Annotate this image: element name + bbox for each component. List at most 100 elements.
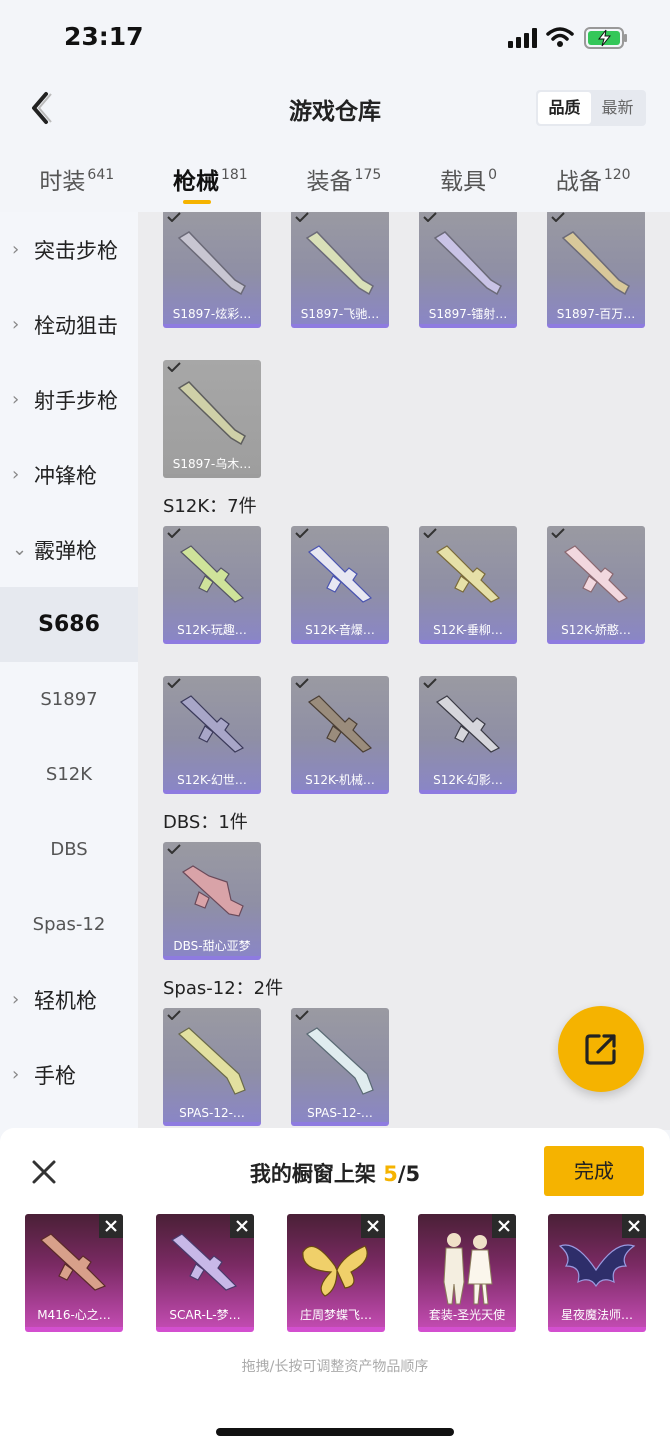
rifle-icon xyxy=(171,1233,238,1291)
tab-count: 120 xyxy=(603,167,631,183)
remove-item-button[interactable] xyxy=(99,1214,123,1238)
skin-name: S12K-音爆… xyxy=(305,623,375,637)
showcase-item[interactable]: 套装-圣光天使 xyxy=(418,1214,516,1332)
weapon-skin-card[interactable]: DBS-甜心亚梦 xyxy=(163,842,261,960)
weapon-skin-card[interactable]: SPAS-12-… xyxy=(291,1008,389,1126)
sidebar-item-label: 射手步枪 xyxy=(34,388,118,413)
sidebar-item-bolt-sniper[interactable]: › 栓动狙击 xyxy=(0,287,138,362)
weapon-skin-card[interactable]: S1897-百万… xyxy=(547,212,645,328)
wifi-icon xyxy=(546,27,574,47)
remove-item-button[interactable] xyxy=(361,1214,385,1238)
sidebar-item-lmg[interactable]: › 轻机枪 xyxy=(0,962,138,1037)
sidebar-item-dmr[interactable]: › 射手步枪 xyxy=(0,362,138,437)
sort-quality-button[interactable]: 品质 xyxy=(538,92,591,124)
weapon-skin-card[interactable]: S12K-玩趣… xyxy=(163,526,261,644)
weapon-skin-grid: S1897-炫彩… S1897-飞驰… S1897-镭射… S1897-百万… … xyxy=(138,212,670,1130)
showcase-item[interactable]: M416-心之… xyxy=(25,1214,123,1332)
skin-name: DBS-甜心亚梦 xyxy=(173,939,251,953)
rifle-icon xyxy=(308,695,373,753)
weapon-skin-card[interactable]: S12K-幻影… xyxy=(419,676,517,794)
skin-name: SPAS-12-… xyxy=(179,1106,245,1120)
shotgun-icon xyxy=(561,231,630,296)
shotgun-icon xyxy=(306,1027,374,1095)
tab-firearms[interactable]: 枪械 181 xyxy=(173,146,248,210)
weapon-skin-card[interactable]: S1897-飞驰… xyxy=(291,212,389,328)
tab-equipment[interactable]: 装备 175 xyxy=(307,146,382,210)
chevron-right-icon: › xyxy=(12,314,20,335)
tab-outfits[interactable]: 时装 641 xyxy=(39,146,114,210)
group-title-dbs: DBS：1件 xyxy=(163,812,248,833)
sidebar-sub-s12k[interactable]: S12K xyxy=(0,737,138,812)
showcase-item-name: 星夜魔法师… xyxy=(560,1308,633,1322)
sidebar-item-label: 霰弹枪 xyxy=(34,538,97,563)
sidebar-sub-s686[interactable]: S686 xyxy=(0,587,138,662)
close-icon xyxy=(367,1220,379,1232)
tab-count: 641 xyxy=(87,167,115,183)
tab-vehicles[interactable]: 载具 0 xyxy=(440,146,497,210)
remove-item-button[interactable] xyxy=(230,1214,254,1238)
sidebar-sub-s1897[interactable]: S1897 xyxy=(0,662,138,737)
weapon-skin-card[interactable]: SPAS-12-… xyxy=(163,1008,261,1126)
skin-name: S12K-娇憨… xyxy=(561,623,631,637)
tab-label: 枪械 xyxy=(172,169,219,195)
tab-supplies[interactable]: 战备 120 xyxy=(556,146,631,210)
tab-count: 181 xyxy=(220,167,248,183)
sidebar-item-smg[interactable]: › 冲锋枪 xyxy=(0,437,138,512)
sidebar-item-pistol[interactable]: › 手枪 xyxy=(0,1037,138,1112)
tab-label: 战备 xyxy=(555,169,602,195)
sidebar-sub-dbs[interactable]: DBS xyxy=(0,812,138,887)
showcase-item[interactable]: 星夜魔法师… xyxy=(548,1214,646,1332)
sidebar-item-label: 手枪 xyxy=(34,1063,76,1088)
rifle-icon xyxy=(40,1233,107,1291)
showcase-total: /5 xyxy=(397,1162,421,1186)
weapon-skin-card[interactable]: S12K-音爆… xyxy=(291,526,389,644)
weapon-skin-card[interactable]: S1897-炫彩… xyxy=(163,212,261,328)
cellular-signal-icon xyxy=(508,28,537,48)
chevron-right-icon: › xyxy=(12,989,20,1010)
external-link-icon xyxy=(585,1034,616,1065)
character-outfit-icon xyxy=(443,1233,493,1305)
showcase-sheet: 我的橱窗上架 5/5 完成 M416-心之… SCAR-L-梦… 庄周梦蝶飞… … xyxy=(0,1128,670,1450)
group-title-s12k: S12K：7件 xyxy=(163,496,257,517)
chevron-right-icon: › xyxy=(12,389,20,410)
chevron-right-icon: › xyxy=(12,1064,20,1085)
shotgun-icon xyxy=(177,381,246,446)
sort-latest-button[interactable]: 最新 xyxy=(591,92,644,124)
battery-charging-icon xyxy=(584,27,627,49)
sidebar-sub-spas12[interactable]: Spas-12 xyxy=(0,887,138,962)
sort-toggle: 品质 最新 xyxy=(536,90,646,126)
chevron-right-icon: › xyxy=(12,464,20,485)
home-indicator xyxy=(216,1428,454,1436)
weapon-skin-card[interactable]: S1897-乌木… xyxy=(163,360,261,478)
close-icon xyxy=(628,1220,640,1232)
weapon-skin-card[interactable]: S12K-幻世… xyxy=(163,676,261,794)
remove-item-button[interactable] xyxy=(492,1214,516,1238)
showcase-item[interactable]: 庄周梦蝶飞… xyxy=(287,1214,385,1332)
sidebar-item-shotgun[interactable]: ⌄ 霰弹枪 xyxy=(0,512,138,587)
weapon-skin-card[interactable]: S12K-垂柳… xyxy=(419,526,517,644)
skin-name: S1897-乌木… xyxy=(172,457,252,471)
export-button[interactable] xyxy=(558,1006,644,1092)
weapon-skin-card[interactable]: S1897-镭射… xyxy=(419,212,517,328)
weapon-skin-card[interactable]: S12K-娇憨… xyxy=(547,526,645,644)
showcase-item-name: 庄周梦蝶飞… xyxy=(299,1308,372,1322)
skin-name: S1897-镭射… xyxy=(428,307,508,321)
remove-item-button[interactable] xyxy=(622,1214,646,1238)
sidebar-item-label: 栓动狙击 xyxy=(34,313,118,338)
skin-name: S12K-机械… xyxy=(305,773,375,787)
close-icon xyxy=(498,1220,510,1232)
wings-icon xyxy=(558,1244,636,1288)
showcase-item[interactable]: SCAR-L-梦… xyxy=(156,1214,254,1332)
close-icon xyxy=(105,1220,117,1232)
category-tabs: 时装 641 枪械 181 装备 175 载具 0 战备 120 xyxy=(0,146,670,210)
weapon-type-sidebar: › 突击步枪 › 栓动狙击 › 射手步枪 › 冲锋枪 ⌄ 霰弹枪 S686 S1897 S… xyxy=(0,212,138,1130)
done-button[interactable]: 完成 xyxy=(544,1146,644,1196)
tab-label: 装备 xyxy=(306,169,353,195)
rifle-icon xyxy=(564,545,629,603)
status-time: 23:17 xyxy=(64,22,144,51)
sidebar-item-assault-rifle[interactable]: › 突击步枪 xyxy=(0,212,138,287)
skin-name: S12K-垂柳… xyxy=(433,623,503,637)
tab-label: 时装 xyxy=(39,169,86,195)
weapon-skin-card[interactable]: S12K-机械… xyxy=(291,676,389,794)
butterfly-icon xyxy=(302,1245,368,1297)
